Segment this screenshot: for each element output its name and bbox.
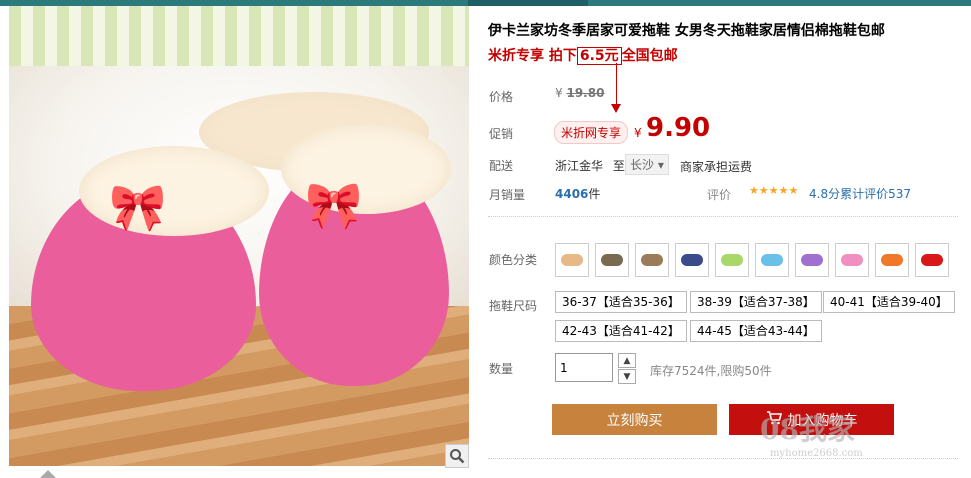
promotion-label: 促销 [489,127,514,141]
promotion-currency: ¥ [634,126,642,140]
review-label: 评价 [707,188,732,202]
monthly-sales: 4406件 [555,185,600,202]
sales-unit: 件 [588,187,601,201]
swatch-thumbnail [841,254,863,266]
bow-right: 🎀 [305,178,363,232]
review-summary-link[interactable]: 4.8分累计评价537 [809,185,911,202]
thumbnail-pointer-icon [40,470,56,478]
stock-info: 库存7524件,限购50件 [650,364,772,378]
product-title: 伊卡兰家坊冬季居家可爱拖鞋 女男冬天拖鞋家居情侣棉拖鞋包邮 [488,23,885,39]
swatch-thumbnail [881,254,903,266]
shipping-note: 商家承担运费 [680,160,753,174]
original-price-value: 19.80 [566,86,605,100]
color-label: 颜色分类 [489,253,538,267]
promo-arrow-icon [611,104,621,113]
swatch-thumbnail [641,254,663,266]
quantity-label: 数量 [489,362,514,376]
promotion-price: 9.90 [646,113,711,143]
color-swatch[interactable] [915,243,949,277]
section-divider [488,216,958,217]
shipping-from-city: 浙江金华 [555,159,604,173]
swatch-thumbnail [721,254,743,266]
star-rating-icon: ★★★★★ [749,184,799,197]
shipping-label: 配送 [489,159,514,173]
color-swatch[interactable] [675,243,709,277]
product-image[interactable]: 🎀 🎀 [9,6,469,466]
shipping-from: 浙江金华 至 [555,157,625,174]
chevron-down-icon: ▾ [657,158,664,172]
chevron-up-icon: ▲ [623,355,631,366]
original-price: ¥ 19.80 [555,86,604,100]
size-label: 拖鞋尺码 [489,299,538,313]
watermark-main: 08我家 [760,413,855,446]
color-swatch[interactable] [755,243,789,277]
color-swatch[interactable] [875,243,909,277]
swatch-thumbnail [921,254,943,266]
swatch-thumbnail [681,254,703,266]
size-option[interactable]: 42-43【适合41-42】 [555,320,687,342]
quantity-decrease-button[interactable]: ▼ [618,369,636,384]
watermark-site: myhome2668.com [770,448,863,459]
promo-prefix: 米折专享 拍下 [488,48,577,64]
buy-now-button[interactable]: 立刻购买 [552,404,717,435]
buy-now-label: 立刻购买 [606,412,663,429]
shipping-destination-select[interactable]: 长沙 ▾ [625,154,669,175]
slipper-fur-left [79,146,269,236]
section-divider [488,458,958,459]
swatch-thumbnail [801,254,823,266]
quantity-input[interactable] [555,353,613,382]
watermark: 08我家 myhome2668.com [760,408,863,459]
swatch-thumbnail [561,254,583,266]
promotion-tag: 米折网专享 [554,121,629,144]
size-option[interactable]: 38-39【适合37-38】 [690,291,822,313]
promo-arrow-line [616,63,617,107]
promo-suffix: 全国包邮 [621,48,678,64]
chevron-down-icon: ▼ [623,371,631,382]
color-swatch[interactable] [835,243,869,277]
promo-price: 6.5元 [576,47,622,65]
bow-left: 🎀 [109,180,167,234]
sales-label: 月销量 [489,188,526,202]
color-swatch[interactable] [635,243,669,277]
color-swatch-list [555,243,949,277]
swatch-thumbnail [761,254,783,266]
promo-line: 米折专享 拍下 6.5元 全国包邮 [488,45,678,65]
top-bar-accent [468,0,588,6]
swatch-thumbnail [601,254,623,266]
color-swatch[interactable] [795,243,829,277]
sales-count: 4406 [555,187,589,201]
size-option[interactable]: 40-41【适合39-40】 [823,291,955,313]
quantity-increase-button[interactable]: ▲ [618,353,636,368]
size-option[interactable]: 36-37【适合35-36】 [555,291,687,313]
color-swatch[interactable] [715,243,749,277]
price-label: 价格 [489,90,514,104]
color-swatch[interactable] [595,243,629,277]
original-currency: ¥ [555,86,563,100]
shipping-destination: 长沙 [630,158,655,172]
color-swatch[interactable] [555,243,589,277]
shipping-to-word: 至 [612,159,625,173]
magnifier-icon[interactable] [445,444,469,468]
size-option[interactable]: 44-45【适合43-44】 [690,320,822,342]
